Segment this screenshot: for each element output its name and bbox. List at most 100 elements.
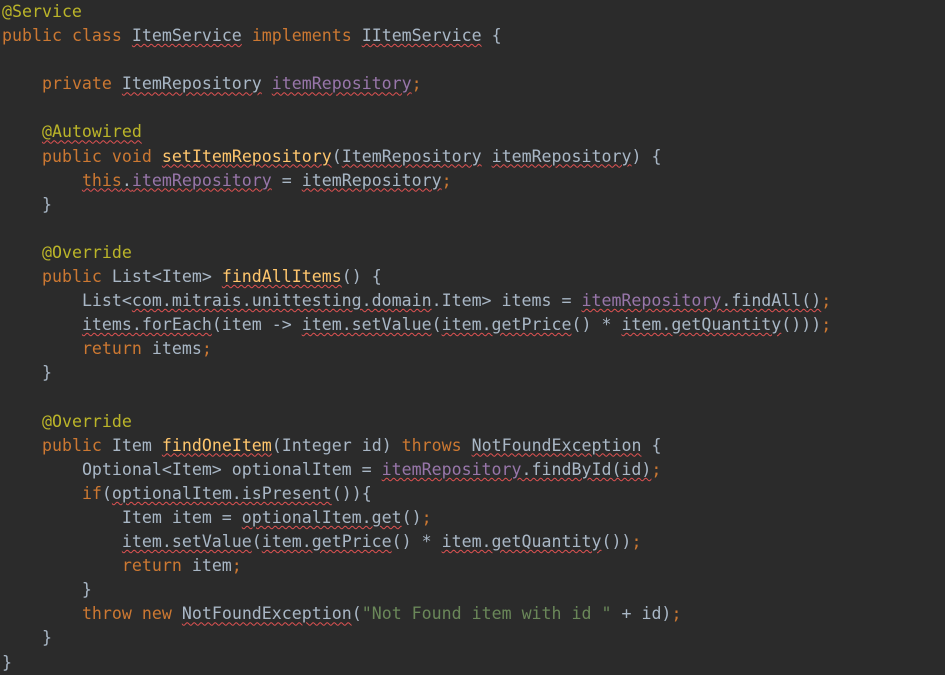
code-line[interactable]: } [0,578,945,602]
code-token: + id) [611,604,672,624]
code-token: ( [101,483,112,503]
code-line[interactable]: this.itemRepository = itemRepository; [0,169,945,193]
code-line[interactable]: return item; [0,554,945,578]
code-line[interactable]: @Override [0,410,945,434]
code-token: ( [431,315,442,335]
code-token: item.getQuantity [441,532,602,552]
code-token: item.setValue [301,315,432,335]
code-line[interactable]: } [0,651,945,675]
code-token: class [71,26,122,46]
code-line[interactable]: @Service [0,0,945,24]
code-token: ; [671,604,682,624]
code-line[interactable]: public Item findOneItem(Integer id) thro… [0,434,945,458]
code-token: public [41,267,102,287]
code-line[interactable]: Optional<Item> optionalItem = itemReposi… [0,458,945,482]
code-line[interactable]: items.forEach(item -> item.setValue(item… [0,313,945,337]
code-token: ) { [631,146,662,166]
code-token: optionalItem.get [241,507,402,527]
code-token: ItemRepository [121,74,262,94]
code-line[interactable] [0,48,945,72]
code-line[interactable]: @Autowired [0,120,945,144]
code-line[interactable]: } [0,626,945,650]
code-token: @Service [2,2,82,21]
code-token: Item [111,435,152,455]
code-token: return [81,339,142,359]
code-line[interactable] [0,217,945,241]
code-token: ; [421,507,432,527]
code-token: ()) [601,532,632,552]
code-token: List<Item> [111,267,212,287]
code-line[interactable] [0,96,945,120]
code-token: ( [331,146,342,166]
code-line[interactable]: throw new NotFoundException("Not Found i… [0,602,945,626]
code-token: () [401,507,422,527]
code-token: { [641,435,662,455]
code-line[interactable]: List<com.mitrais.unittesting.domain.Item… [0,289,945,313]
code-line[interactable]: @Override [0,241,945,265]
code-token: item.setValue [121,532,252,552]
code-token: public [2,26,62,46]
code-token: } [2,580,92,600]
code-line[interactable]: if(optionalItem.isPresent()){ [0,482,945,506]
code-token: { [481,26,502,46]
code-token: ( [351,604,362,624]
code-token: List< [81,291,132,311]
code-line[interactable]: item.setValue(item.getPrice() * item.get… [0,530,945,554]
code-token: () * [391,532,442,552]
code-content-area[interactable]: @Service public class ItemService impleme… [0,0,945,675]
code-token: findOneItem [161,435,272,455]
code-token: } [2,194,52,214]
code-token: ItemRepository [341,146,482,166]
code-token: } [2,628,52,648]
code-token: itemRepository [381,459,522,479]
code-token: throw [81,604,132,624]
code-token: () * [571,315,622,335]
code-line[interactable] [0,386,945,410]
code-token: .findAll() [721,291,822,311]
code-token: itemRepository [271,74,412,94]
code-token: itemRepository [581,291,722,311]
code-line[interactable]: public List<Item> findAllItems() { [0,265,945,289]
code-token: setItemRepository [161,146,332,166]
code-token: items [141,339,202,359]
code-line[interactable]: } [0,361,945,385]
code-line[interactable]: Item item = optionalItem.get(); [0,506,945,530]
code-token: optionalItem.isPresent [111,483,332,503]
code-line[interactable]: public class ItemService implements IIte… [0,24,945,48]
code-token: ; [821,315,832,335]
code-token: NotFoundException [471,435,642,455]
code-token: private [41,74,112,94]
code-token: @Autowired [41,122,142,142]
code-token: ; [441,170,452,190]
code-token: this [81,170,122,190]
code-token: () { [341,267,382,287]
code-line[interactable]: private ItemRepository itemRepository; [0,72,945,96]
code-token: itemRepository [131,170,272,190]
code-line[interactable]: public void setItemRepository(ItemReposi… [0,145,945,169]
code-editor[interactable]: @Service public class ItemService impleme… [0,0,945,672]
code-line[interactable]: return items; [0,337,945,361]
code-line[interactable]: } [0,193,945,217]
code-token: item.getQuantity [621,315,782,335]
code-token: @Override [41,411,132,431]
